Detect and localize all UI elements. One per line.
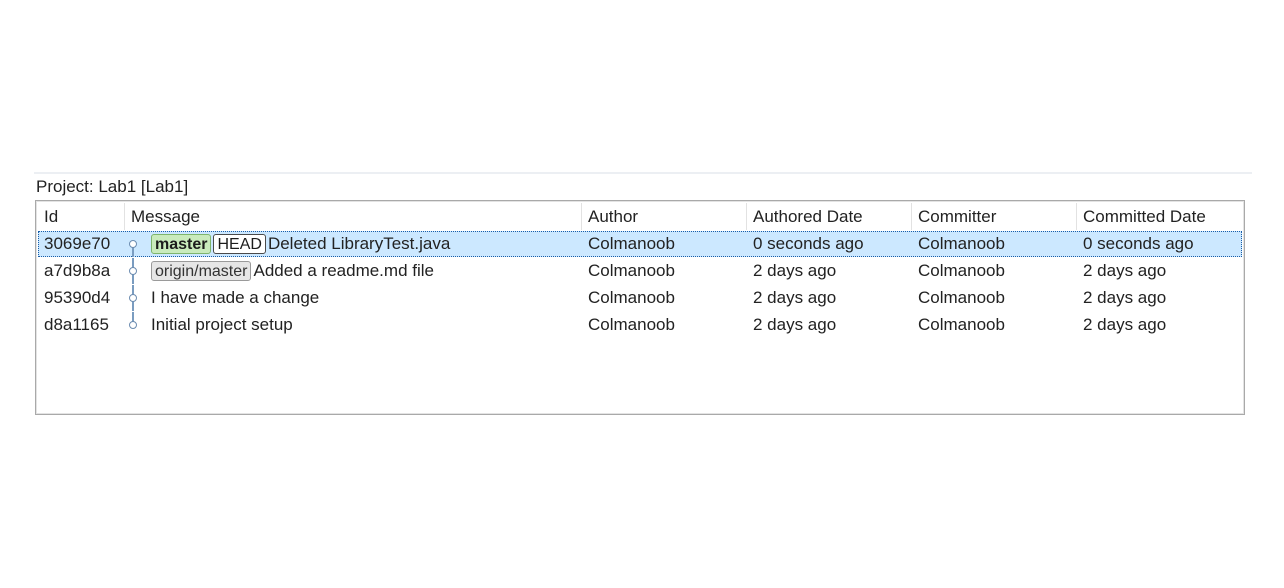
commit-id-cell: 95390d4	[44, 288, 111, 307]
commit-message-text: I have made a change	[151, 288, 320, 307]
column-header-id[interactable]: Id	[38, 203, 125, 230]
commit-authored-date-cell: 2 days ago	[753, 315, 837, 334]
commit-authored-date-cell: 2 days ago	[753, 261, 837, 280]
commit-message-text: Added a readme.md file	[253, 261, 434, 280]
column-header-authored-date[interactable]: Authored Date	[747, 203, 912, 230]
commit-graph-lane	[125, 258, 151, 284]
commit-message-cell: origin/master Added a readme.md file	[125, 258, 582, 284]
commit-message-cell: master HEAD Deleted LibraryTest.java	[125, 231, 582, 257]
commit-committed-date-cell: 2 days ago	[1083, 315, 1167, 334]
commit-author-cell: Colmanoob	[588, 261, 675, 280]
column-header-message[interactable]: Message	[125, 203, 582, 230]
commit-authored-date-cell: 0 seconds ago	[753, 234, 864, 253]
commit-graph-lane	[125, 312, 151, 338]
commit-row[interactable]: a7d9b8a origin/master Added a readme.md fi…	[38, 258, 1242, 284]
column-header-committer[interactable]: Committer	[912, 203, 1077, 230]
commit-committed-date-cell: 0 seconds ago	[1083, 234, 1194, 253]
commit-authored-date-cell: 2 days ago	[753, 288, 837, 307]
commit-id-cell: a7d9b8a	[44, 261, 111, 280]
commit-committed-date-cell: 2 days ago	[1083, 261, 1167, 280]
commit-message-cell: Initial project setup	[125, 312, 582, 338]
commit-id-cell: d8a1165	[44, 315, 109, 334]
commit-graph-lane	[125, 285, 151, 311]
commit-graph-lane	[125, 231, 151, 257]
commit-node-icon	[129, 267, 137, 275]
commit-committer-cell: Colmanoob	[918, 234, 1005, 253]
commit-message-cell: I have made a change	[125, 285, 582, 311]
local-branch-ref-badge[interactable]: master	[151, 234, 212, 254]
column-header-author[interactable]: Author	[582, 203, 747, 230]
table-header: Id Message Author Authored Date Committe…	[38, 203, 1242, 230]
commit-author-cell: Colmanoob	[588, 234, 675, 253]
commit-table[interactable]: Id Message Author Authored Date Committe…	[35, 200, 1245, 415]
commit-committed-date-cell: 2 days ago	[1083, 288, 1167, 307]
commit-message-text: Deleted LibraryTest.java	[267, 234, 451, 253]
commit-id-cell: 3069e70	[44, 234, 111, 253]
commit-node-icon	[129, 240, 137, 248]
commit-author-cell: Colmanoob	[588, 315, 675, 334]
commit-committer-cell: Colmanoob	[918, 288, 1005, 307]
column-header-committed-date[interactable]: Committed Date	[1077, 203, 1241, 230]
project-label: Project: Lab1 [Lab1]	[36, 177, 189, 196]
git-history-view: Project: Lab1 [Lab1] Id Message Author A…	[34, 172, 1252, 416]
view-top-edge	[34, 172, 1252, 174]
commit-row[interactable]: 3069e70 master HEAD Deleted LibraryTest.jav…	[38, 231, 1242, 257]
commit-committer-cell: Colmanoob	[918, 315, 1005, 334]
commit-row[interactable]: d8a1165 Initial project setup Colmanoob 2 d…	[38, 312, 1242, 338]
commit-row[interactable]: 95390d4 I have made a change Colmanoob 2 da…	[38, 285, 1242, 311]
remote-branch-ref-badge[interactable]: origin/master	[151, 261, 252, 281]
commit-author-cell: Colmanoob	[588, 288, 675, 307]
head-ref-badge[interactable]: HEAD	[213, 234, 266, 254]
commit-message-text: Initial project setup	[151, 315, 293, 334]
commit-node-icon	[129, 321, 137, 329]
commit-node-icon	[129, 294, 137, 302]
commit-committer-cell: Colmanoob	[918, 261, 1005, 280]
